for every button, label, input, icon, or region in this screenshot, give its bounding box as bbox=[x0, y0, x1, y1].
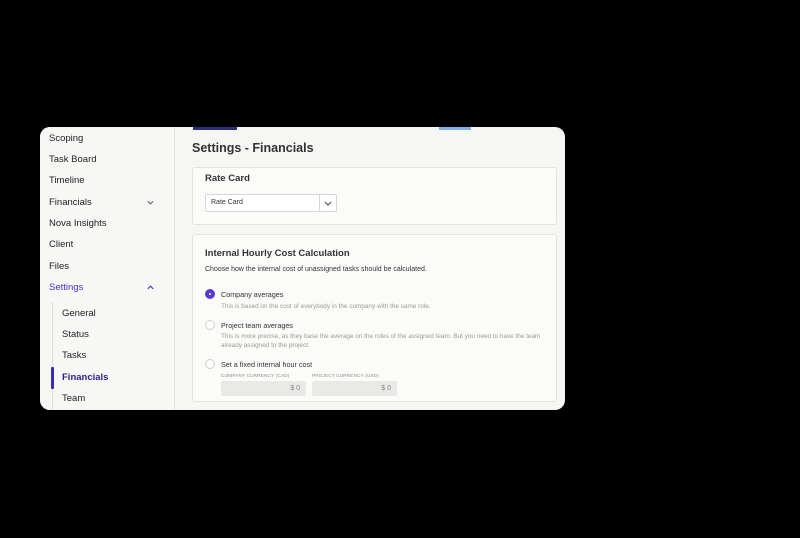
sidebar-subitem-financials[interactable]: Financials bbox=[62, 370, 162, 386]
option-help: This is based on the cost of everybody i… bbox=[221, 303, 431, 310]
main-content: Settings - Financials Rate Card Rate Car… bbox=[175, 127, 565, 410]
sidebar-item-settings[interactable]: Settings bbox=[49, 280, 167, 296]
option-label: Project team averages bbox=[221, 321, 293, 330]
sidebar-item-client[interactable]: Client bbox=[49, 237, 167, 253]
option-label: Set a fixed internal hour cost bbox=[221, 360, 313, 369]
radio-company-averages[interactable] bbox=[205, 289, 215, 299]
sidebar-item-timeline[interactable]: Timeline bbox=[49, 173, 167, 189]
radio-fixed-hour-cost[interactable] bbox=[205, 359, 215, 369]
chevron-down-icon bbox=[324, 201, 332, 206]
company-currency-input[interactable]: $ 0 bbox=[221, 381, 306, 396]
select-toggle[interactable] bbox=[319, 195, 336, 211]
sidebar-subitem-general[interactable]: General bbox=[62, 306, 162, 322]
active-indicator bbox=[51, 367, 54, 389]
hourly-cost-panel: Internal Hourly Cost Calculation Choose … bbox=[192, 234, 557, 402]
project-currency-label: PROJECT CURRENCY (USD) bbox=[312, 373, 380, 378]
sidebar-subitem-tasks[interactable]: Tasks bbox=[62, 348, 162, 364]
chevron-down-icon bbox=[147, 200, 154, 205]
option-help: This is more precise, as they base the a… bbox=[221, 333, 541, 349]
rate-card-title: Rate Card bbox=[205, 173, 250, 184]
radio-project-team-averages[interactable] bbox=[205, 320, 215, 330]
hourly-cost-title: Internal Hourly Cost Calculation bbox=[205, 248, 350, 259]
sidebar-subitem-status[interactable]: Status bbox=[62, 327, 162, 343]
sidebar-item-nova-insights[interactable]: Nova Insights bbox=[49, 216, 167, 232]
page-title: Settings - Financials bbox=[192, 141, 314, 155]
hourly-cost-description: Choose how the internal cost of unassign… bbox=[205, 266, 427, 273]
sidebar-item-files[interactable]: Files bbox=[49, 259, 167, 275]
rate-card-panel: Rate Card Rate Card bbox=[192, 167, 557, 225]
submenu-line bbox=[52, 302, 53, 410]
header-button-fragment bbox=[439, 127, 471, 130]
sidebar-item-task-board[interactable]: Task Board bbox=[49, 152, 167, 168]
sidebar: Scoping Task Board Timeline Financials N… bbox=[40, 127, 175, 410]
sidebar-item-scoping[interactable]: Scoping bbox=[49, 131, 167, 147]
option-label: Company averages bbox=[221, 290, 284, 299]
chevron-up-icon bbox=[147, 285, 154, 290]
project-currency-input[interactable]: $ 0 bbox=[312, 381, 397, 396]
sidebar-subitem-team[interactable]: Team bbox=[62, 391, 162, 407]
company-currency-label: COMPANY CURRENCY (CAD) bbox=[221, 373, 290, 378]
app-window: Scoping Task Board Timeline Financials N… bbox=[40, 127, 565, 410]
header-fragment bbox=[193, 127, 237, 130]
rate-card-select[interactable]: Rate Card bbox=[205, 194, 337, 212]
rate-card-select-value: Rate Card bbox=[211, 199, 243, 206]
sidebar-item-financials[interactable]: Financials bbox=[49, 195, 167, 211]
